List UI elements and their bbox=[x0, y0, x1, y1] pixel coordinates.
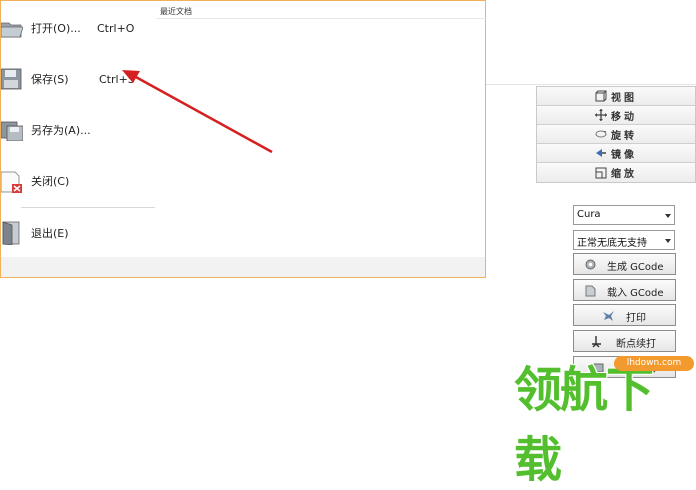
menu-item-label: 保存(S) bbox=[31, 73, 69, 86]
menu-item-save[interactable]: 保存(S) Ctrl+S bbox=[0, 57, 156, 101]
save-as-icon bbox=[0, 119, 24, 142]
folder-open-icon bbox=[0, 18, 24, 40]
recent-documents-title: 最近文档 bbox=[160, 7, 192, 16]
file-menu-footer bbox=[1, 257, 485, 277]
support-mode-value: 正常无底无支持 bbox=[577, 238, 647, 249]
resume-print-button[interactable]: 断点续打 bbox=[573, 330, 676, 352]
button-label: 打印 bbox=[626, 313, 646, 324]
menu-item-label: 退出(E) bbox=[31, 227, 69, 240]
menu-separator bbox=[21, 207, 155, 208]
menu-item-label: 关闭(C) bbox=[31, 175, 70, 188]
rotate-button[interactable]: 旋转 bbox=[537, 125, 695, 144]
generate-gcode-button[interactable]: 生成 GCode bbox=[573, 253, 676, 275]
support-mode-select[interactable]: 正常无底无支持 bbox=[573, 230, 675, 250]
close-document-icon bbox=[0, 170, 23, 193]
menu-item-label: 另存为(A)... bbox=[31, 124, 91, 137]
menu-item-open[interactable]: 打开(O)... Ctrl+O bbox=[0, 6, 156, 50]
move-button[interactable]: 移动 bbox=[537, 106, 695, 125]
menu-item-close[interactable]: 关闭(C) bbox=[0, 159, 156, 203]
cube-view-icon bbox=[595, 90, 607, 102]
chevron-down-icon bbox=[665, 214, 671, 218]
rotate-label: 旋转 bbox=[611, 130, 637, 142]
watermark-logo: 领航下载 bbox=[514, 362, 654, 488]
menu-item-exit[interactable]: 退出(E) bbox=[1, 211, 156, 255]
gear-icon bbox=[584, 258, 597, 271]
resume-print-icon bbox=[590, 335, 603, 348]
scale-icon bbox=[595, 167, 607, 179]
divider bbox=[156, 18, 487, 19]
scale-label: 缩放 bbox=[611, 169, 637, 180]
scale-button[interactable]: 缩放 bbox=[537, 163, 695, 182]
slicer-select-value: Cura bbox=[577, 209, 601, 220]
file-menu-commands: 打开(O)... Ctrl+O 保存(S) Ctrl+S 另存为(A)... 关… bbox=[0, 1, 156, 257]
move-arrows-icon bbox=[595, 109, 607, 121]
button-label: 生成 GCode bbox=[607, 262, 664, 273]
rotate-icon bbox=[595, 128, 607, 140]
mirror-label: 镜像 bbox=[611, 149, 637, 161]
view-label: 视图 bbox=[611, 92, 637, 104]
print-button[interactable]: 打印 bbox=[573, 304, 676, 326]
mirror-icon bbox=[595, 147, 607, 159]
load-gcode-button[interactable]: 载入 GCode bbox=[573, 279, 676, 301]
file-menu-panel: 打开(O)... Ctrl+O 保存(S) Ctrl+S 另存为(A)... 关… bbox=[0, 0, 487, 278]
watermark-domain: lhdown.com bbox=[614, 356, 694, 371]
slicer-select[interactable]: Cura bbox=[573, 205, 675, 225]
view-button[interactable]: 视图 bbox=[537, 87, 695, 106]
load-icon bbox=[584, 284, 597, 297]
menu-item-save-as[interactable]: 另存为(A)... bbox=[0, 108, 156, 152]
shortcut-text: Ctrl+S bbox=[99, 72, 135, 86]
shortcut-text: Ctrl+O bbox=[97, 21, 135, 35]
button-label: 断点续打 bbox=[616, 339, 656, 350]
button-label: 载入 GCode bbox=[607, 288, 664, 299]
print-icon bbox=[602, 309, 615, 322]
floppy-disk-icon bbox=[0, 68, 23, 90]
mirror-button[interactable]: 镜像 bbox=[537, 144, 695, 163]
divider bbox=[486, 84, 696, 85]
menu-item-label: 打开(O)... bbox=[31, 22, 81, 35]
chevron-down-icon bbox=[665, 239, 671, 243]
transform-panel: 视图 移动 旋转 镜像 缩放 bbox=[536, 86, 696, 183]
move-label: 移动 bbox=[611, 111, 637, 123]
exit-door-icon bbox=[1, 221, 23, 246]
